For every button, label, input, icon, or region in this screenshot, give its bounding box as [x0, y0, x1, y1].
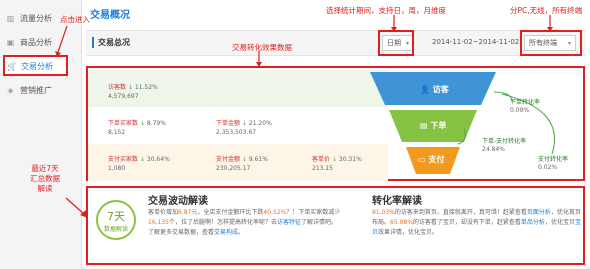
rate-pay-conversion: 支付转化率 0.02% [538, 156, 569, 171]
chart-icon: ▥ [6, 13, 15, 23]
sidebar-item-label: 营销推广 [20, 85, 52, 95]
sidebar-item-traffic[interactable]: ▥ 流量分析 [6, 9, 52, 27]
metric-pay-buyers: 支付买家数 ↓ 30.64% 1,080 [108, 154, 170, 172]
highlight-period [378, 30, 414, 56]
highlight-sidebar-trade [3, 55, 68, 76]
trend-down-icon: ↓ [241, 120, 247, 127]
metric-label: 访客数 [108, 84, 127, 91]
funnel-label-orders: ▤ 下单 [420, 121, 447, 130]
metric-order-buyers: 下单买家数 ↓ 8.79% 8,152 [108, 118, 166, 136]
metric-avg-price: 客单价 ↓ 30.31% 213.15 [312, 154, 362, 172]
trend-down-icon: ↓ [139, 120, 145, 127]
metric-value: 2,353,503.67 [216, 129, 257, 136]
metric-pct: 30.64% [146, 156, 170, 163]
metric-visitors: 访客数 ↓ 11.52% 4,579,697 [108, 82, 158, 100]
metric-pct: 30.31% [338, 156, 362, 163]
metric-pct: 8.79% [146, 120, 166, 127]
metric-label: 支付金额 [216, 156, 241, 163]
annotation-arrow [256, 51, 262, 67]
metric-pay-amount: 支付金额 ↓ 9.61% 230,205.17 [216, 154, 268, 172]
item-analysis-link[interactable]: 单品分析 [521, 219, 545, 226]
document-icon: ▤ [420, 121, 431, 130]
trend-down-icon: ↓ [127, 84, 133, 91]
page-analysis-link[interactable]: 页面分析 [527, 209, 551, 216]
metric-value: 8,152 [108, 129, 126, 136]
trend-down-icon: ↓ [139, 156, 145, 163]
metric-label: 客单价 [312, 156, 331, 163]
rate-order-conversion: 下单转化率 0.09% [510, 99, 541, 114]
page-title: 交易概况 [90, 10, 130, 21]
metric-pct: 21.20% [248, 120, 272, 127]
metric-label: 下单金额 [216, 120, 241, 127]
annotation-period: 选择统计期间，支持日，周，月维度 [326, 6, 446, 15]
annotation-summary: 最近7天 汇总数据 解读 [30, 164, 60, 193]
sidebar-item-products[interactable]: ▣ 商品分析 [6, 33, 52, 51]
trend-down-icon: ↓ [241, 156, 247, 163]
rate-text: 91.03%的访客来到首页，直接就离开，真可惜！赶紧查看页面分析，优化首页布局。… [372, 209, 581, 236]
annotation-arrow [391, 15, 397, 32]
box-icon: ▣ [6, 37, 15, 47]
wave-text: 客单价增加6.87元，全店支付金额环比下跌40.52%？！下单买家数减少16,1… [148, 209, 341, 236]
seven-day-badge: 7天 数据解读 [96, 200, 136, 240]
trend-down-icon: ↓ [331, 156, 337, 163]
sidebar-item-label: 流量分析 [20, 13, 52, 23]
sidebar-item-label: 商品分析 [20, 37, 52, 47]
section-title: 交易总况 [92, 37, 130, 48]
metric-value: 230,205.17 [216, 165, 251, 172]
sidebar-item-marketing[interactable]: ◈ 营销推广 [6, 81, 52, 99]
user-icon: 👤 [420, 85, 433, 94]
rate-order-pay-conversion: 下单-支付转化率 24.84% [482, 138, 527, 153]
metric-value: 213.15 [312, 165, 333, 172]
highlight-terminal [520, 30, 582, 56]
metric-order-amount: 下单金额 ↓ 21.20% 2,353,503.67 [216, 118, 272, 136]
metric-value: 1,080 [108, 165, 126, 172]
funnel-label-visitors: 👤 访客 [420, 85, 449, 94]
megaphone-icon: ◈ [7, 85, 14, 95]
metric-label: 支付买家数 [108, 156, 139, 163]
trade-composition-link[interactable]: 交易构成 [214, 229, 238, 236]
metric-pct: 9.61% [248, 156, 268, 163]
wave-title: 交易波动解读 [148, 196, 208, 207]
metric-value: 4,579,697 [108, 93, 139, 100]
annotation-arrow [547, 15, 553, 32]
date-range: 2014-11-02~2014-11-02 [432, 38, 520, 46]
annotation-arrow [55, 25, 68, 57]
visitor-feature-link[interactable]: 访客特征 [277, 219, 301, 226]
metric-pct: 11.52% [134, 84, 158, 91]
metric-label: 下单买家数 [108, 120, 139, 127]
rate-title: 转化率解读 [372, 196, 422, 207]
funnel-label-payments: ▭ 支付 [418, 155, 445, 164]
card-icon: ▭ [418, 155, 429, 164]
